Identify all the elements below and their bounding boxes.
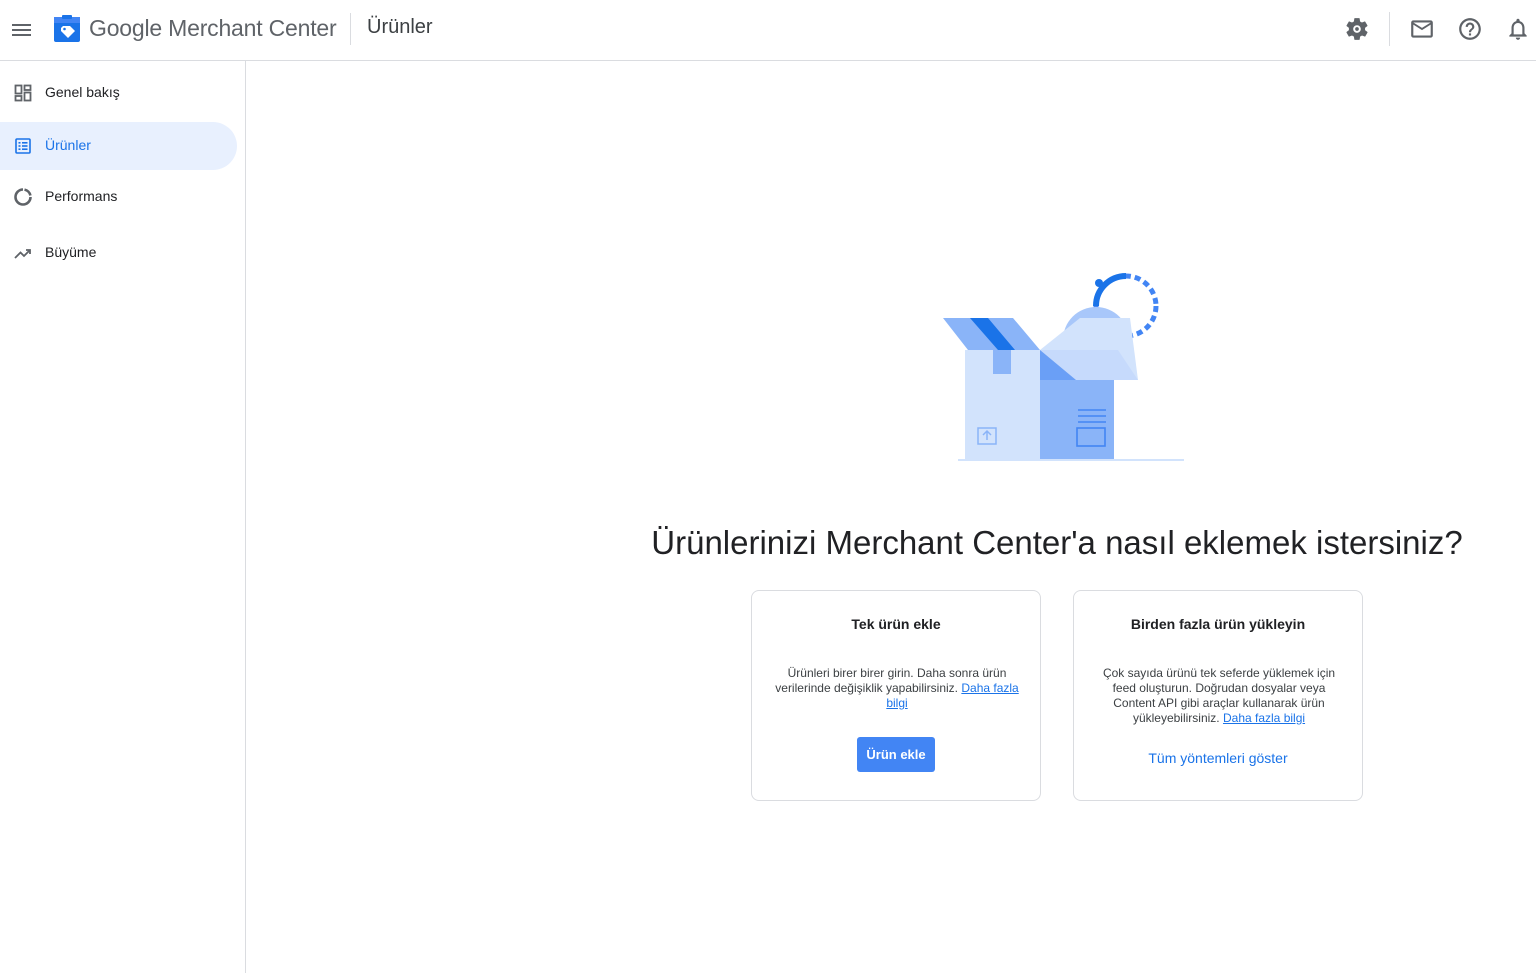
sidebar-item-overview[interactable]: Genel bakış bbox=[0, 69, 237, 117]
sidebar-item-products[interactable]: Ürünler bbox=[0, 122, 237, 170]
card-title: Tek ürün ekle bbox=[851, 616, 941, 632]
sidebar-item-label: Büyüme bbox=[45, 244, 97, 260]
dashboard-icon bbox=[13, 83, 33, 103]
card-title: Birden fazla ürün yükleyin bbox=[1130, 616, 1306, 632]
trending-up-icon bbox=[13, 243, 33, 263]
sidebar-item-growth[interactable]: Büyüme bbox=[0, 229, 237, 277]
sidebar-item-performance[interactable]: Performans bbox=[0, 173, 237, 221]
card-description: Çok sayıda ürünü tek seferde yüklemek iç… bbox=[1096, 666, 1342, 726]
mail-icon[interactable] bbox=[1409, 16, 1435, 42]
page-title: Ürünler bbox=[367, 16, 433, 38]
page-headline: Ürünlerinizi Merchant Center'a nasıl ekl… bbox=[651, 524, 1463, 561]
donut-icon bbox=[13, 187, 33, 207]
notifications-icon[interactable] bbox=[1505, 16, 1531, 42]
toolbar-divider bbox=[1389, 12, 1390, 46]
divider bbox=[350, 13, 351, 45]
sidebar-item-label: Genel bakış bbox=[45, 84, 120, 100]
upload-multiple-products-card: Birden fazla ürün yükleyin Çok sayıda ür… bbox=[1073, 590, 1363, 801]
add-product-button[interactable]: Ürün ekle bbox=[857, 737, 935, 772]
merchant-center-logo-icon bbox=[53, 15, 81, 43]
settings-icon[interactable] bbox=[1344, 16, 1370, 42]
sidebar-item-label: Performans bbox=[45, 188, 118, 204]
list-icon bbox=[13, 136, 33, 156]
sidebar-item-label: Ürünler bbox=[45, 137, 91, 153]
sidebar: Genel bakış Ürünler Performans Büyüme bbox=[0, 61, 246, 973]
learn-more-link[interactable]: Daha fazla bilgi bbox=[1223, 711, 1305, 725]
help-icon[interactable] bbox=[1457, 16, 1483, 42]
top-app-bar: Google Merchant Center Ürünler bbox=[0, 0, 1536, 61]
card-description: Ürünleri birer birer girin. Daha sonra ü… bbox=[774, 666, 1020, 711]
add-single-product-card: Tek ürün ekle Ürünleri birer birer girin… bbox=[751, 590, 1041, 801]
brand-name[interactable]: Google Merchant Center bbox=[89, 15, 337, 42]
open-box-illustration bbox=[930, 262, 1200, 494]
show-all-methods-link[interactable]: Tüm yöntemleri göster bbox=[1074, 750, 1362, 766]
menu-icon[interactable] bbox=[8, 16, 36, 44]
